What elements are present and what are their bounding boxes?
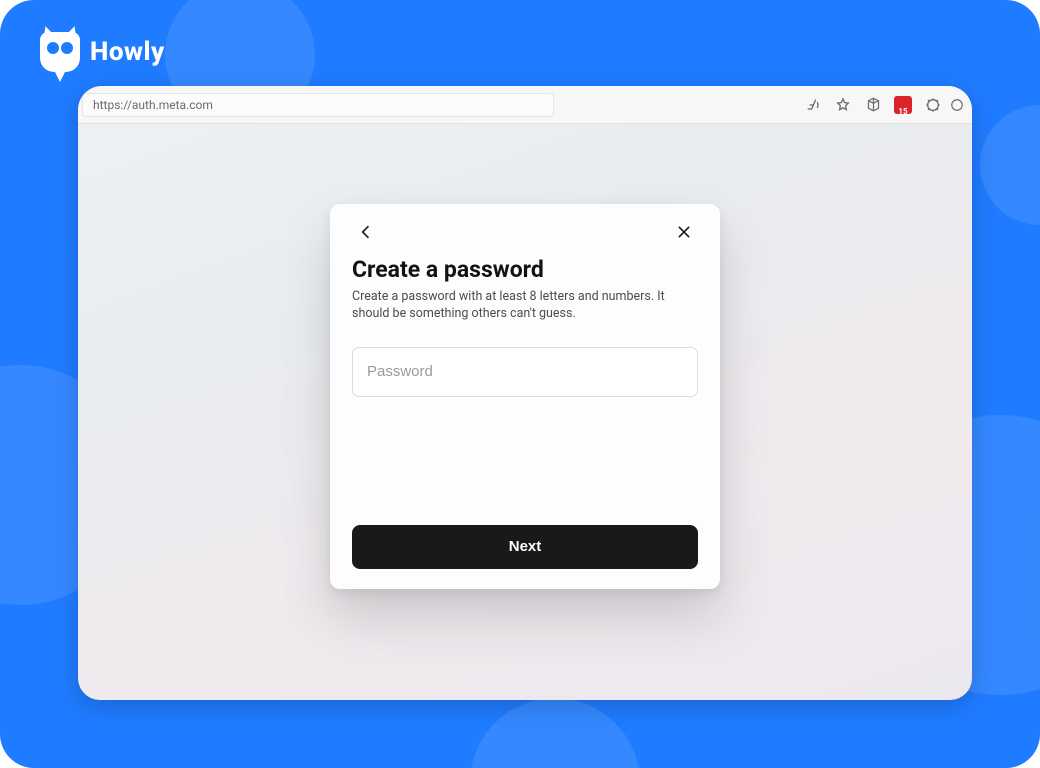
decor-bubble [980,105,1040,225]
owl-icon [40,32,80,72]
create-password-dialog: Create a password Create a password with… [330,204,720,589]
howly-logo: Howly [40,32,165,72]
dialog-title: Create a password [352,256,698,283]
read-aloud-icon[interactable] [800,92,826,118]
settings-icon[interactable] [920,92,946,118]
more-icon[interactable] [950,92,964,118]
address-bar: https://auth.meta.com 15 [78,86,972,124]
cube-icon[interactable] [860,92,886,118]
stage: Howly https://auth.meta.com [0,0,1040,768]
url-text: https://auth.meta.com [93,98,213,112]
decor-bubble [470,698,640,768]
shopping-extension-icon[interactable]: 15 [890,92,916,118]
howly-wordmark: Howly [90,37,165,67]
close-button[interactable] [670,218,698,246]
next-button[interactable]: Next [352,525,698,569]
star-icon[interactable] [830,92,856,118]
dialog-subtitle: Create a password with at least 8 letter… [352,289,698,323]
url-field[interactable]: https://auth.meta.com [82,93,554,117]
password-input[interactable] [352,347,698,397]
browser-window: https://auth.meta.com 15 [78,86,972,700]
extension-badge-count: 15 [890,107,916,116]
back-button[interactable] [352,218,380,246]
